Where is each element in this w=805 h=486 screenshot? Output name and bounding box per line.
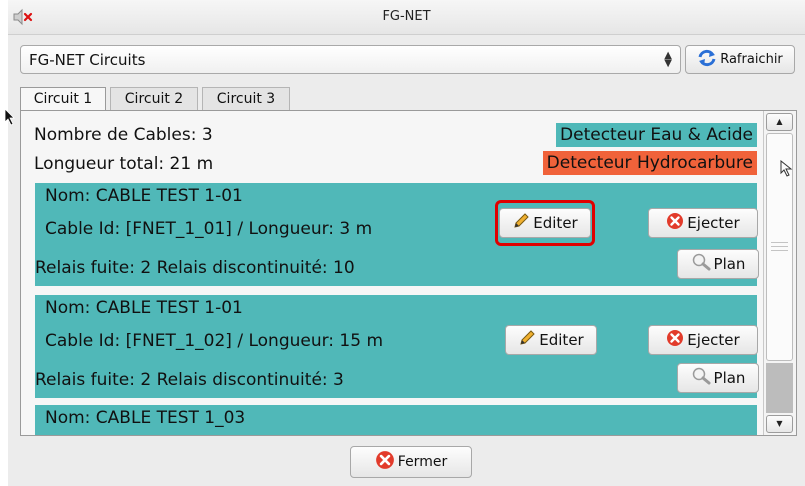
close-label: Fermer: [397, 454, 448, 470]
refresh-button[interactable]: Rafraichir: [685, 45, 795, 74]
pencil-icon: [512, 212, 530, 234]
eject-label: Ejecter: [687, 214, 740, 232]
scroll-down-button[interactable]: ▼: [766, 415, 793, 433]
eject-label: Ejecter: [687, 331, 740, 349]
edit-label: Editer: [533, 214, 578, 232]
circuit-group-select[interactable]: FG-NET Circuits ▲ ▼: [20, 45, 681, 74]
scroll-grip: [771, 250, 788, 251]
edit-label: Editer: [539, 331, 584, 349]
edit-button[interactable]: Editer: [499, 208, 591, 238]
scroll-grip: [771, 242, 788, 243]
magnifier-icon: [691, 367, 711, 389]
close-button[interactable]: Fermer: [350, 446, 472, 478]
cable-name: Nom: CABLE TEST 1_03: [45, 408, 246, 428]
cable-id-length: Cable Id: [FNET_1_01] / Longueur: 3 m: [45, 219, 373, 239]
cable-relays: Relais fuite: 2 Relais discontinuité: 10: [35, 258, 355, 278]
scroll-track[interactable]: [766, 363, 793, 413]
cables-count: Nombre de Cables: 3: [34, 125, 213, 145]
scroll-grip: [771, 246, 788, 247]
cable-card: Nom: CABLE TEST 1_03: [35, 405, 757, 435]
window-title: FG-NET: [382, 9, 431, 24]
circuit-group-select-value: FG-NET Circuits: [29, 51, 146, 69]
cable-id-length: Cable Id: [FNET_1_02] / Longueur: 15 m: [45, 331, 384, 351]
plan-button[interactable]: Plan: [677, 249, 759, 279]
tab-circuit-2[interactable]: Circuit 2: [110, 87, 198, 111]
cursor-outline-icon: [780, 159, 794, 178]
red-x-circle-icon: [666, 329, 684, 351]
pencil-icon: [518, 329, 536, 351]
red-x-circle-icon: [666, 212, 684, 234]
circuit-content: Nombre de Cables: 3 Longueur total: 21 m…: [21, 111, 761, 435]
window: FG-NET FG-NET Circuits ▲ ▼ Rafraichir Cir…: [8, 0, 805, 486]
refresh-label: Rafraichir: [720, 52, 783, 67]
mouse-pointer-icon: [4, 108, 16, 126]
cable-name: Nom: CABLE TEST 1-01: [45, 186, 243, 206]
plan-label: Plan: [713, 369, 746, 387]
title-bar: FG-NET: [8, 0, 805, 35]
tab-circuit-1[interactable]: Circuit 1: [20, 87, 106, 112]
cable-card: Nom: CABLE TEST 1-01 Cable Id: [FNET_1_0…: [35, 295, 759, 398]
edit-button[interactable]: Editer: [505, 325, 597, 355]
legend-hydrocarbon: Detecteur Hydrocarbure: [542, 151, 757, 175]
refresh-icon: [697, 49, 717, 71]
eject-button[interactable]: Ejecter: [648, 208, 758, 238]
cable-relays: Relais fuite: 2 Relais discontinuité: 3: [35, 370, 344, 390]
cable-card: Nom: CABLE TEST 1-01 Cable Id: [FNET_1_0…: [35, 183, 759, 286]
magnifier-icon: [691, 253, 711, 275]
scroll-up-button[interactable]: ▲: [766, 113, 793, 131]
tab-circuit-3[interactable]: Circuit 3: [202, 87, 290, 111]
plan-label: Plan: [713, 255, 746, 273]
legend-water-acid: Detecteur Eau & Acide: [556, 123, 757, 147]
cable-name: Nom: CABLE TEST 1-01: [45, 298, 243, 318]
select-arrows-icon: ▲ ▼: [664, 50, 672, 69]
red-x-circle-icon: [375, 450, 395, 474]
total-length: Longueur total: 21 m: [34, 154, 214, 174]
plan-button[interactable]: Plan: [677, 363, 759, 393]
circuit-panel: Nombre de Cables: 3 Longueur total: 21 m…: [20, 110, 797, 436]
eject-button[interactable]: Ejecter: [648, 325, 758, 355]
